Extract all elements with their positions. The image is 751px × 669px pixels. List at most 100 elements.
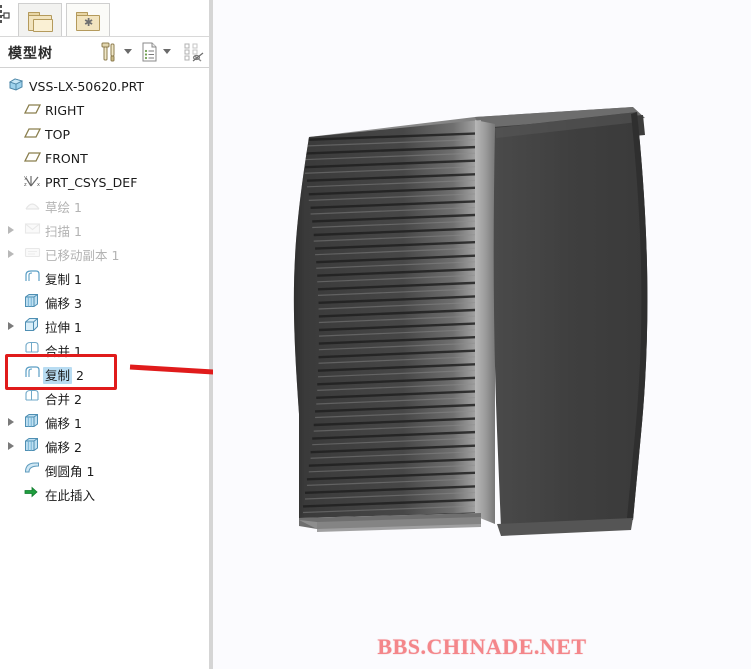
extrude-icon: [24, 317, 42, 333]
tree-item-text: 合并: [45, 343, 71, 359]
tree-item-text: 偏移: [45, 295, 71, 311]
tree-expand-arrow[interactable]: [8, 250, 14, 258]
tree-item-text: 倒圆角: [45, 463, 83, 479]
tree-item-label: 偏移 3: [45, 293, 82, 312]
tree-item-label: RIGHT: [45, 102, 85, 118]
chevron-down-icon: [124, 49, 132, 54]
tab-favorites[interactable]: ✱: [66, 3, 110, 36]
chevron-down-icon: [163, 49, 171, 54]
tree-item-label: 扫描 1: [45, 221, 82, 240]
folder-star-icon: ✱: [76, 11, 100, 31]
tree-item-偏移[interactable]: 偏移 1: [0, 410, 209, 434]
svg-text:y: y: [24, 175, 27, 181]
tree-item-label: 倒圆角 1: [45, 461, 94, 480]
tree-item-label: 已移动副本 1: [45, 245, 119, 264]
datum-plane-icon: [23, 101, 42, 117]
tree-item-复制[interactable]: 复制 1: [0, 266, 209, 290]
forum-watermark: BBS.CHINADE.NET: [377, 634, 587, 659]
offset-icon: [24, 437, 42, 453]
graphics-viewport[interactable]: BBS.CHINADE.NET: [213, 0, 751, 669]
tree-item-number: 2: [74, 439, 82, 455]
tree-item-text: 草绘: [45, 199, 71, 215]
insert-here-icon: [24, 485, 42, 501]
copy-icon: [24, 269, 42, 285]
tree-item-label: 复制 1: [45, 269, 82, 288]
tree-item-text: 已移动副本: [45, 247, 108, 263]
tree-item-label: 复制 2: [43, 365, 84, 384]
tree-item-text: 拉伸: [45, 319, 71, 335]
navigator-edge-icon: [0, 3, 12, 31]
tree-item-label: 在此插入: [45, 487, 96, 503]
tree-item-偏移[interactable]: 偏移 3: [0, 290, 209, 314]
datum-plane-icon: [23, 125, 42, 141]
tree-item-PRT_CSYS_DEF[interactable]: y z x PRT_CSYS_DEF: [0, 170, 209, 194]
panel-tab-strip: ✱: [0, 0, 209, 37]
tree-expand-arrow[interactable]: [8, 226, 14, 234]
application-window: ✱ 模型树 VSS-LX-50620.PRT RIGHT TOP FRONT y…: [0, 0, 751, 669]
csys-icon: yz x: [24, 173, 42, 189]
tree-item-FRONT[interactable]: FRONT: [0, 146, 209, 170]
model-3d-view[interactable]: [213, 0, 751, 669]
tree-item-已移动副本[interactable]: 已移动副本 1: [0, 242, 209, 266]
tree-item-number: 1: [86, 463, 95, 479]
tree-expand-arrow[interactable]: [8, 418, 14, 426]
tree-item-number: 1: [111, 247, 120, 263]
tree-item-label: 偏移 1: [45, 413, 82, 432]
tree-item-偏移[interactable]: 偏移 2: [0, 434, 209, 458]
tree-item-草绘[interactable]: 草绘 1: [0, 194, 209, 218]
merge-icon: [24, 341, 42, 357]
offset-icon: [24, 413, 42, 429]
tree-item-label: TOP: [45, 126, 71, 142]
offset-icon: [24, 293, 42, 309]
tree-item-拉伸[interactable]: 拉伸 1: [0, 314, 209, 338]
tree-item-number: 1: [74, 199, 82, 215]
tree-item-倒圆角[interactable]: 倒圆角 1: [0, 458, 209, 482]
tree-item-合并[interactable]: 合并 2: [0, 386, 209, 410]
tree-item-复制[interactable]: 复制 2: [0, 362, 209, 386]
tree-expand-arrow[interactable]: [8, 442, 14, 450]
tree-item-TOP[interactable]: TOP: [0, 122, 209, 146]
tree-item-text: 偏移: [45, 415, 71, 431]
part-icon: [8, 77, 26, 93]
tree-item-label: PRT_CSYS_DEF: [45, 174, 138, 190]
tree-item-text: 扫描: [45, 223, 71, 239]
copy-icon: [24, 365, 42, 381]
tree-item-在此插入[interactable]: 在此插入: [0, 482, 209, 506]
tree-item-label: FRONT: [45, 150, 88, 166]
tree-item-number: 2: [76, 367, 84, 383]
tree-item-label: 拉伸 1: [45, 317, 82, 336]
sweep-icon: [24, 221, 42, 237]
sketch-icon: [24, 197, 42, 213]
merge-icon: [24, 389, 42, 405]
tree-expand-arrow[interactable]: [8, 322, 14, 330]
tree-item-label: 合并 2: [45, 389, 82, 408]
svg-text:x: x: [37, 182, 40, 188]
columns-dropdown-button[interactable]: [161, 41, 173, 63]
folders-icon: [28, 11, 53, 32]
tools-dropdown-button[interactable]: [122, 41, 134, 63]
tree-columns-button[interactable]: [140, 41, 159, 63]
datum-plane-icon: [23, 149, 42, 165]
tree-item-number: 1: [74, 319, 82, 335]
round-icon: [24, 461, 42, 477]
tree-item-label: 偏移 2: [45, 437, 82, 456]
tree-item-label: 合并 1: [45, 341, 82, 360]
tree-item-number: 2: [74, 391, 82, 407]
tree-item-RIGHT[interactable]: RIGHT: [0, 98, 209, 122]
page-title: 模型树: [8, 46, 53, 62]
tree-item-text: 合并: [45, 391, 71, 407]
tree-item-number: 1: [74, 271, 82, 287]
tree-item-text: 复制: [45, 271, 71, 287]
model-tree-panel: ✱ 模型树 VSS-LX-50620.PRT RIGHT TOP FRONT y…: [0, 0, 209, 669]
tab-folders[interactable]: [18, 3, 62, 36]
model-tree-header: 模型树: [0, 37, 209, 68]
tree-item-扫描[interactable]: 扫描 1: [0, 218, 209, 242]
settings-tools-button[interactable]: [99, 41, 120, 63]
feature-tree[interactable]: VSS-LX-50620.PRT RIGHT TOP FRONT y z x PRT_CSYS…: [0, 68, 209, 669]
tree-item-合并[interactable]: 合并 1: [0, 338, 209, 362]
svg-text:z: z: [24, 182, 27, 188]
tree-item-number: 3: [74, 295, 82, 311]
tree-item-VSS-LX-50620.PRT[interactable]: VSS-LX-50620.PRT: [0, 74, 209, 98]
tree-item-text: 偏移: [45, 439, 71, 455]
tree-filters-button[interactable]: [183, 41, 205, 63]
